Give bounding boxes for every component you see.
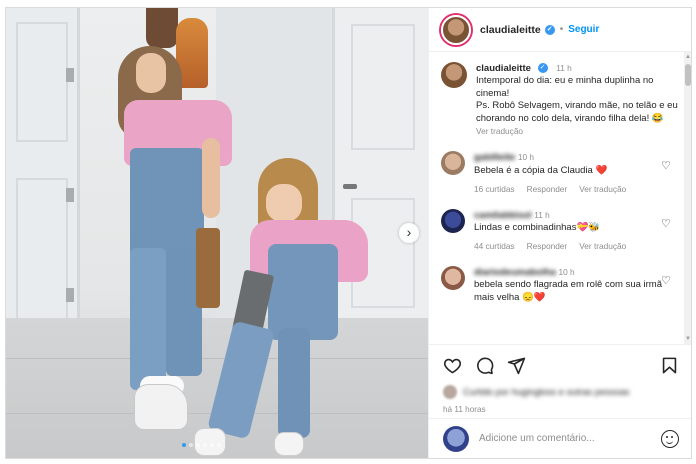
follow-button[interactable]: Seguir bbox=[568, 24, 599, 35]
carousel-dot[interactable] bbox=[189, 443, 193, 447]
comment-item: gabilleite 10 h Bebela é a cópia da Clau… bbox=[441, 151, 685, 195]
caption-username[interactable]: claudialeitte bbox=[476, 63, 531, 74]
comment-item: camilabbisol 11 h Lindas e combinadinhas… bbox=[441, 208, 685, 253]
add-comment-bar bbox=[429, 418, 691, 458]
comment-time: 10 h bbox=[517, 152, 534, 163]
avatar[interactable] bbox=[441, 14, 471, 45]
comment-item: diariodeumabolha 10 h bebela sendo flagr… bbox=[441, 265, 685, 304]
comment-likes[interactable]: 44 curtidas bbox=[474, 240, 515, 252]
liked-by-text: Curtido por hugingloss e outras pessoas bbox=[463, 387, 630, 397]
emoji-icon[interactable] bbox=[661, 429, 679, 448]
avatar[interactable] bbox=[441, 265, 465, 290]
instagram-post-window: › claudialeitte ✓ • Seguir claudialeitte … bbox=[5, 7, 692, 459]
comment-username[interactable]: diariodeumabolha bbox=[474, 267, 556, 278]
post-date: há 11 horas bbox=[443, 405, 486, 414]
caption-text: Intemporal do dia: eu e minha duplinha n… bbox=[476, 75, 654, 99]
avatar bbox=[443, 425, 469, 452]
avatar[interactable] bbox=[441, 62, 467, 88]
translate-link[interactable]: Ver tradução bbox=[476, 126, 523, 136]
carousel-dot[interactable] bbox=[217, 443, 221, 447]
comment-username[interactable]: camilabbisol bbox=[474, 210, 532, 221]
carousel-dots bbox=[182, 443, 221, 447]
carousel-dot[interactable] bbox=[210, 443, 214, 447]
translate-link[interactable]: Ver tradução bbox=[579, 240, 626, 252]
girl-leg bbox=[278, 328, 310, 438]
girl-overalls bbox=[268, 244, 338, 340]
fringe-bag bbox=[196, 228, 220, 308]
comment-bubble-icon[interactable] bbox=[475, 356, 494, 375]
avatar[interactable] bbox=[441, 208, 465, 233]
chevron-right-icon[interactable]: › bbox=[399, 223, 419, 243]
post-actions: Curtido por hugingloss e outras pessoas … bbox=[429, 344, 691, 414]
avatar[interactable] bbox=[441, 151, 465, 176]
woman-leg bbox=[130, 248, 166, 390]
separator-dot: • bbox=[559, 24, 564, 35]
comment-likes[interactable]: 16 curtidas bbox=[474, 183, 515, 195]
girl-shoe bbox=[194, 428, 226, 456]
heart-icon[interactable] bbox=[443, 356, 462, 375]
post-photo[interactable]: › bbox=[6, 8, 428, 458]
scroll-up-icon[interactable]: ▲ bbox=[684, 53, 691, 61]
reply-button[interactable]: Responder bbox=[527, 183, 568, 195]
background-door-left bbox=[6, 8, 80, 350]
carousel-dot[interactable] bbox=[196, 443, 200, 447]
heart-icon[interactable]: ♡ bbox=[661, 161, 671, 172]
scrollbar-thumb[interactable] bbox=[685, 64, 691, 86]
comment-text: Bebela é a cópia da Claudia ❤️ bbox=[474, 164, 608, 176]
verified-badge-icon: ✓ bbox=[537, 63, 548, 74]
comment-text: Lindas e combinadinhas💝🐝 bbox=[474, 222, 601, 234]
girl-shoe bbox=[274, 432, 304, 456]
translate-link[interactable]: Ver tradução bbox=[579, 183, 626, 195]
post-caption: claudialeitte ✓ 11 h Intemporal do dia: … bbox=[441, 62, 685, 138]
caption-time: 11 h bbox=[556, 63, 572, 73]
comment-time: 11 h bbox=[534, 209, 550, 220]
woman-face bbox=[136, 53, 166, 93]
girl-face bbox=[266, 184, 302, 222]
comments-scrollbar[interactable]: ▲ ▼ bbox=[684, 52, 691, 344]
comment-username[interactable]: gabilleite bbox=[474, 152, 515, 163]
liker-avatar bbox=[443, 385, 457, 399]
verified-badge-icon: ✓ bbox=[544, 24, 555, 35]
reply-button[interactable]: Responder bbox=[527, 240, 568, 252]
woman-shoe bbox=[134, 384, 188, 430]
wall-art-dark bbox=[146, 8, 178, 48]
heart-icon[interactable]: ♡ bbox=[661, 275, 671, 286]
post-username[interactable]: claudialeitte ✓ bbox=[480, 24, 555, 36]
woman-overalls bbox=[130, 148, 204, 258]
caption-ps: Ps. Robô Selvagem, virando mãe, no telão… bbox=[476, 100, 678, 124]
carousel-dot[interactable] bbox=[203, 443, 207, 447]
post-sidebar: claudialeitte ✓ • Seguir claudialeitte ✓ … bbox=[428, 8, 691, 458]
comment-input[interactable] bbox=[479, 433, 649, 444]
woman-arm bbox=[202, 138, 220, 218]
paper-plane-icon[interactable] bbox=[507, 356, 526, 375]
bookmark-icon[interactable] bbox=[660, 356, 679, 375]
heart-icon[interactable]: ♡ bbox=[661, 218, 671, 229]
likes-summary[interactable]: Curtido por hugingloss e outras pessoas bbox=[429, 385, 691, 399]
comment-time: 10 h bbox=[558, 266, 575, 277]
comment-text: bebela sendo flagrada em rolê com sua ir… bbox=[474, 279, 662, 303]
carousel-dot[interactable] bbox=[182, 443, 186, 447]
comments-list[interactable]: claudialeitte ✓ 11 h Intemporal do dia: … bbox=[429, 52, 685, 344]
scroll-down-icon[interactable]: ▼ bbox=[684, 335, 691, 343]
post-header: claudialeitte ✓ • Seguir bbox=[429, 8, 691, 52]
